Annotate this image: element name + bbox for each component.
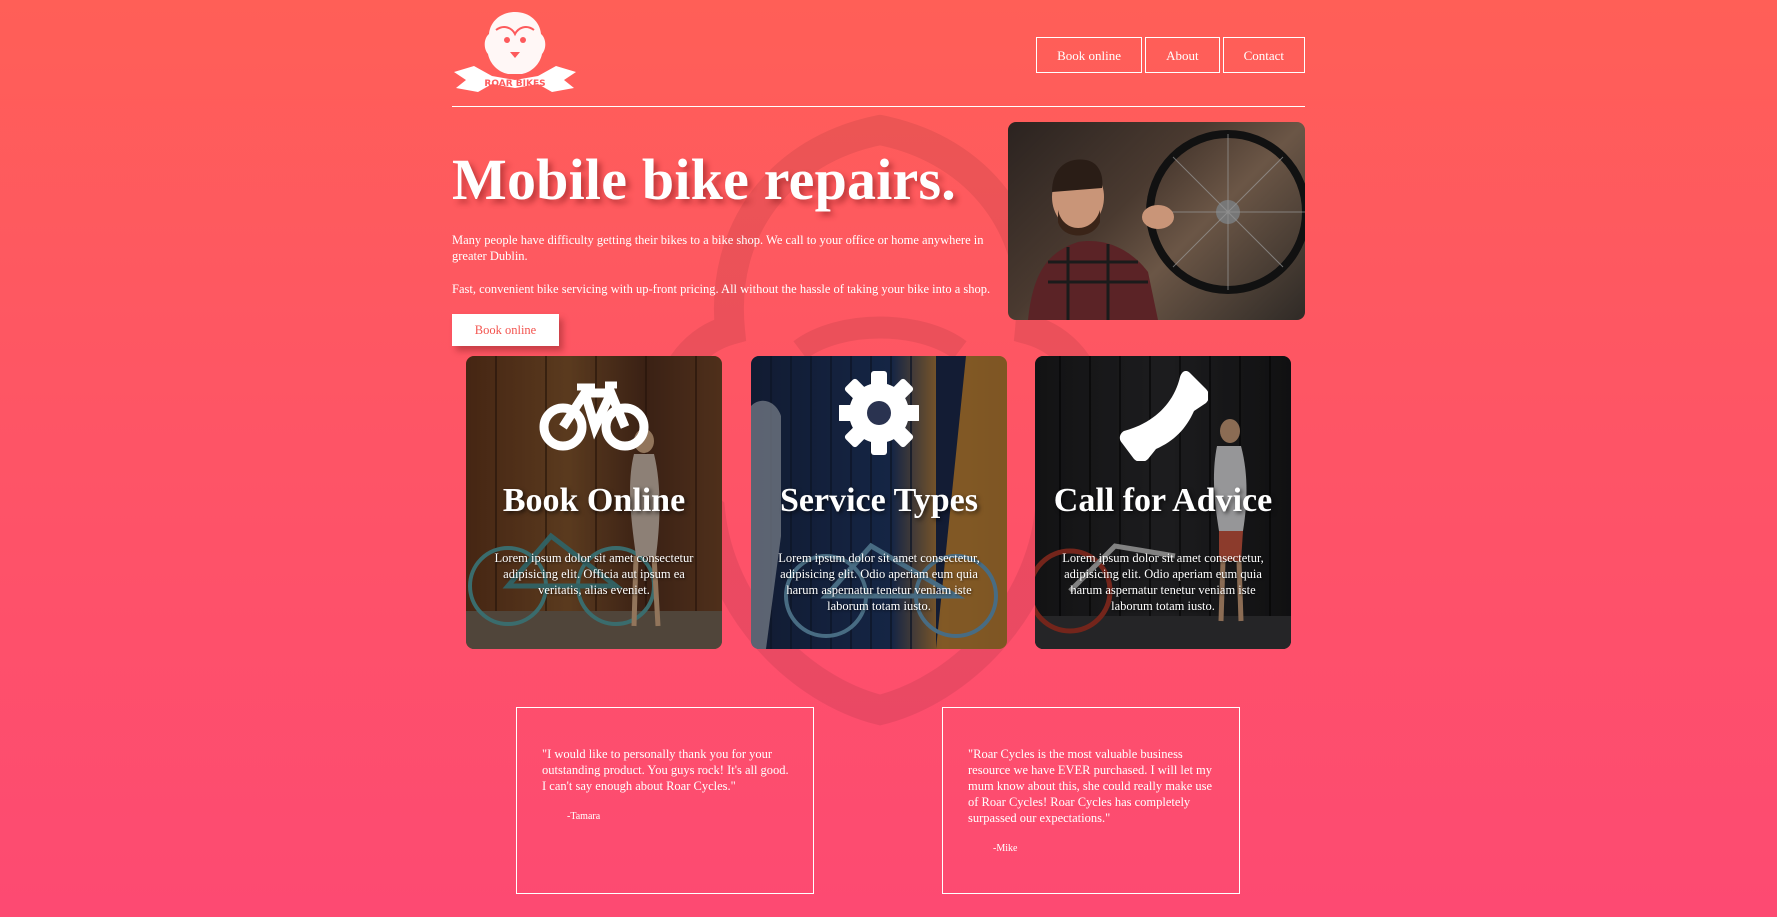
card-call-for-advice[interactable]: Call for Advice Lorem ipsum dolor sit am… xyxy=(1035,356,1291,649)
card-title: Service Types xyxy=(780,482,978,519)
hero-paragraph-2: Fast, convenient bike servicing with up-… xyxy=(452,282,991,296)
testimonial-tamara: "I would like to personally thank you fo… xyxy=(516,707,814,894)
hero-book-online-button[interactable]: Book online xyxy=(452,314,559,346)
mechanic-repairing-bike-photo xyxy=(1008,122,1305,320)
header-divider xyxy=(452,106,1305,107)
card-book-online[interactable]: Book Online Lorem ipsum dolor sit amet c… xyxy=(466,356,722,649)
testimonial-mike: "Roar Cycles is the most valuable busine… xyxy=(942,707,1240,894)
nav-about[interactable]: About xyxy=(1145,37,1220,73)
hero-title: Mobile bike repairs. xyxy=(452,147,956,212)
card-text: Lorem ipsum dolor sit amet consectetur, … xyxy=(778,551,980,613)
card-text: Lorem ipsum dolor sit amet consectetur a… xyxy=(494,551,694,597)
testimonial-author: -Mike xyxy=(993,843,1018,854)
testimonial-quote: "Roar Cycles is the most valuable busine… xyxy=(968,747,1213,825)
gear-icon xyxy=(751,371,1007,455)
roar-bikes-logo[interactable]: ROAR BIKES xyxy=(452,10,578,94)
logo-wordmark: ROAR BIKES xyxy=(484,79,545,89)
main-nav: Book online About Contact xyxy=(1036,37,1305,73)
hero-paragraph-1: Many people have difficulty getting thei… xyxy=(452,233,984,263)
nav-contact[interactable]: Contact xyxy=(1222,37,1305,73)
bicycle-icon xyxy=(466,371,722,451)
testimonial-quote: "I would like to personally thank you fo… xyxy=(542,747,789,793)
card-title: Call for Advice xyxy=(1053,482,1273,519)
card-title: Book Online xyxy=(502,482,686,519)
nav-book-online[interactable]: Book online xyxy=(1036,37,1143,73)
phone-icon xyxy=(1035,371,1291,461)
testimonial-author: -Tamara xyxy=(567,811,601,822)
card-service-types[interactable]: Service Types Lorem ipsum dolor sit amet… xyxy=(751,356,1007,649)
card-text: Lorem ipsum dolor sit amet consectetur, … xyxy=(1062,551,1264,613)
